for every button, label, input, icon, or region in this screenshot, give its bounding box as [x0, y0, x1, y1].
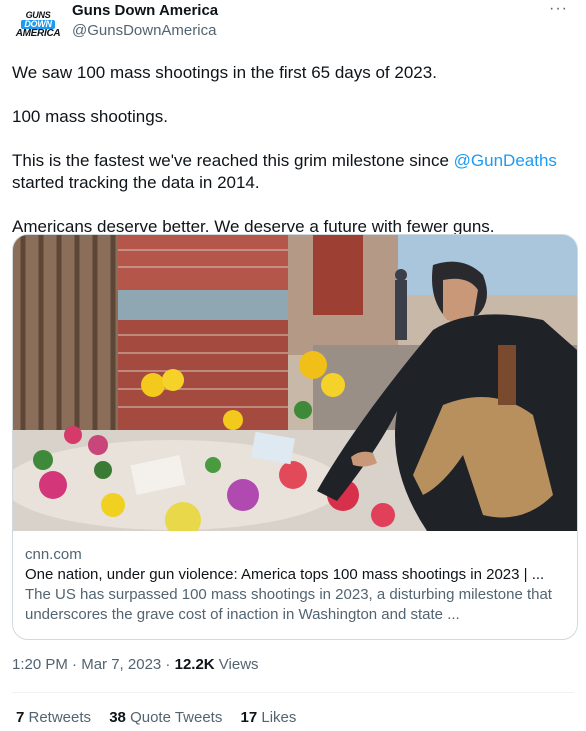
quote-tweets-stat[interactable]: 38 Quote Tweets: [109, 709, 222, 726]
author-name[interactable]: Guns Down America: [72, 2, 218, 19]
quote-tweets-label: Quote Tweets: [125, 709, 223, 726]
meta-separator: ·: [161, 656, 175, 673]
more-options-icon[interactable]: ···: [549, 0, 568, 18]
card-title[interactable]: One nation, under gun violence: America …: [25, 565, 565, 585]
quote-tweets-count: 38: [109, 709, 126, 726]
author-handle[interactable]: @GunsDownAmerica: [72, 22, 216, 39]
tweet-paragraph: 100 mass shootings.: [12, 107, 168, 126]
likes-stat[interactable]: 17 Likes: [241, 709, 297, 726]
retweets-label: Retweets: [24, 709, 92, 726]
likes-label: Likes: [257, 709, 297, 726]
tweet-header: GUNS DOWN AMERICA Guns Down America @Gun…: [12, 0, 574, 56]
link-card[interactable]: cnn.com One nation, under gun violence: …: [12, 234, 578, 640]
tweet-time[interactable]: 1:20 PM: [12, 656, 68, 673]
tweet-text: We saw 100 mass shootings in the first 6…: [12, 62, 572, 260]
tweet-paragraph: This is the fastest we've reached this g…: [12, 150, 572, 194]
engagement-stats: 7 Retweets 38 Quote Tweets 17 Likes: [16, 709, 310, 726]
avatar[interactable]: GUNS DOWN AMERICA: [15, 6, 61, 42]
divider: [12, 692, 574, 693]
meta-separator: ·: [67, 656, 82, 673]
tweet-meta: 1:20 PM · Mar 7, 2023 · 12.2K Views: [12, 656, 259, 673]
tweet-paragraph: We saw 100 mass shootings in the first 6…: [12, 63, 437, 82]
likes-count: 17: [240, 709, 258, 726]
card-body: cnn.com One nation, under gun violence: …: [25, 545, 565, 625]
mention-link[interactable]: @GunDeaths: [454, 151, 557, 170]
card-description: The US has surpassed 100 mass shootings …: [25, 586, 552, 623]
retweets-stat[interactable]: 7 Retweets: [16, 709, 91, 726]
tweet-text-segment: started tracking the data in 2014.: [12, 173, 260, 192]
tweet-text-segment: This is the fastest we've reached this g…: [12, 151, 454, 170]
views-label: Views: [214, 656, 259, 673]
tweet-date[interactable]: Mar 7, 2023: [81, 656, 161, 673]
avatar-logo-line: AMERICA: [15, 27, 61, 39]
views-count: 12.2K: [174, 656, 215, 673]
card-image[interactable]: [13, 235, 577, 531]
card-domain: cnn.com: [25, 546, 82, 563]
